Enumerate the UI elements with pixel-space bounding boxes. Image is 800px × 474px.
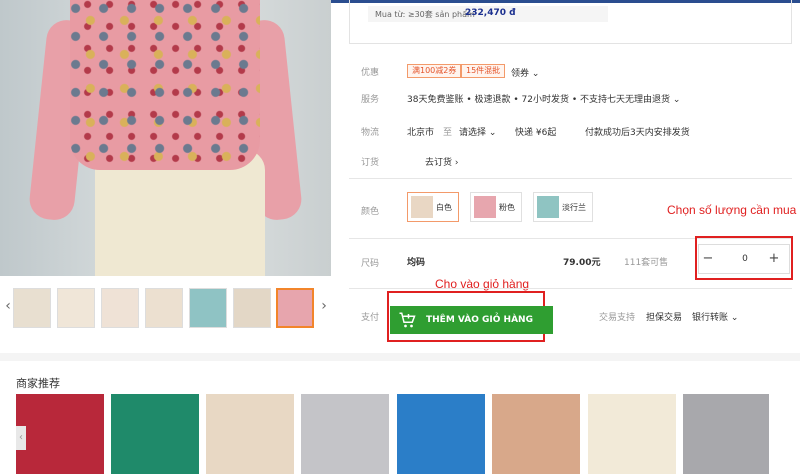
offer-tag[interactable]: 满100减2券 [407,64,462,78]
merchant-recommend: 商家推荐 ‹ [0,353,800,474]
service-text[interactable]: 38天免费鉴账 • 极速退款 • 72小时发货 • 不支持七天无理由退货 ⌄ [407,92,680,105]
thumbnail-strip: ‹ › [0,288,331,328]
color-name: 白色 [436,203,452,212]
recommend-item[interactable] [16,394,104,474]
size-price: 79.00元 [563,258,601,268]
size-label: 尺码 [361,259,380,269]
product-page: ‹ › Mua từ: ≥30套 sản phẩm 232,470 đ 优惠 满… [0,0,800,474]
thumb-next-icon[interactable]: › [318,298,330,314]
logistics-to: 至 [443,128,453,138]
image-sweater [70,0,260,170]
coupon-link[interactable]: 领券 ⌄ [511,66,539,79]
order-label: 订货 [361,158,380,168]
escrow-option[interactable]: 担保交易 [646,310,682,323]
color-swatch [474,196,496,218]
recommend-title: 商家推荐 [16,377,60,390]
thumbnail[interactable] [13,288,51,328]
bank-transfer-option[interactable]: 银行转账 ⌄ [692,310,738,323]
thumbnail[interactable] [233,288,271,328]
ship-time: 付款成功后3天内安排发货 [585,128,690,138]
color-option-light-blue[interactable]: 淡行兰 [533,192,593,222]
product-main-image[interactable] [0,0,331,276]
add-to-cart-label: THÊM VÀO GIỎ HÀNG [426,315,533,325]
pay-label: 支付 [361,313,380,323]
annotation-qty: Chọn số lượng cần mua [667,203,797,217]
order-link[interactable]: 去订货 › [425,155,458,168]
recommend-item[interactable] [111,394,199,474]
color-name: 淡行兰 [562,203,586,212]
logistics-label: 物流 [361,128,380,138]
cart-icon [399,312,416,328]
recommend-item[interactable] [301,394,389,474]
recommend-item[interactable] [397,394,485,474]
add-to-cart-button[interactable]: THÊM VÀO GIỎ HÀNG [390,306,553,334]
thumbnail[interactable] [189,288,227,328]
offer-tag[interactable]: 15件混批 [461,64,506,78]
moq-price: 232,470 đ [465,8,516,18]
thumbnail[interactable] [57,288,95,328]
price-tier-box: Mua từ: ≥30套 sản phẩm 232,470 đ [349,0,792,44]
color-name: 粉色 [499,203,515,212]
color-label: 颜色 [361,207,380,217]
divider [349,288,792,289]
thumbnail[interactable] [101,288,139,328]
divider [349,178,792,179]
recommend-item[interactable] [492,394,580,474]
offers-label: 优惠 [361,68,380,78]
color-swatch [537,196,559,218]
destination-select[interactable]: 请选择 ⌄ [459,125,496,138]
recommend-item[interactable] [683,394,769,474]
size-name: 均码 [407,258,426,268]
moq-label: Mua từ: ≥30套 sản phẩm [375,10,475,19]
recommend-item[interactable] [588,394,676,474]
service-label: 服务 [361,95,380,105]
logistics-origin: 北京市 [407,128,435,138]
annotation-box-qty [695,236,793,280]
thumbnail[interactable] [145,288,183,328]
recommend-item[interactable] [206,394,294,474]
size-stock: 111套可售 [624,258,669,268]
color-option-white[interactable]: 白色 [407,192,459,222]
express-fee: 快递 ¥6起 [515,128,557,138]
thumbnail-active[interactable] [276,288,314,328]
trade-support-label: 交易支持 [599,313,636,323]
color-swatch [411,196,433,218]
color-option-pink[interactable]: 粉色 [470,192,522,222]
recommend-prev-icon[interactable]: ‹ [16,426,26,450]
